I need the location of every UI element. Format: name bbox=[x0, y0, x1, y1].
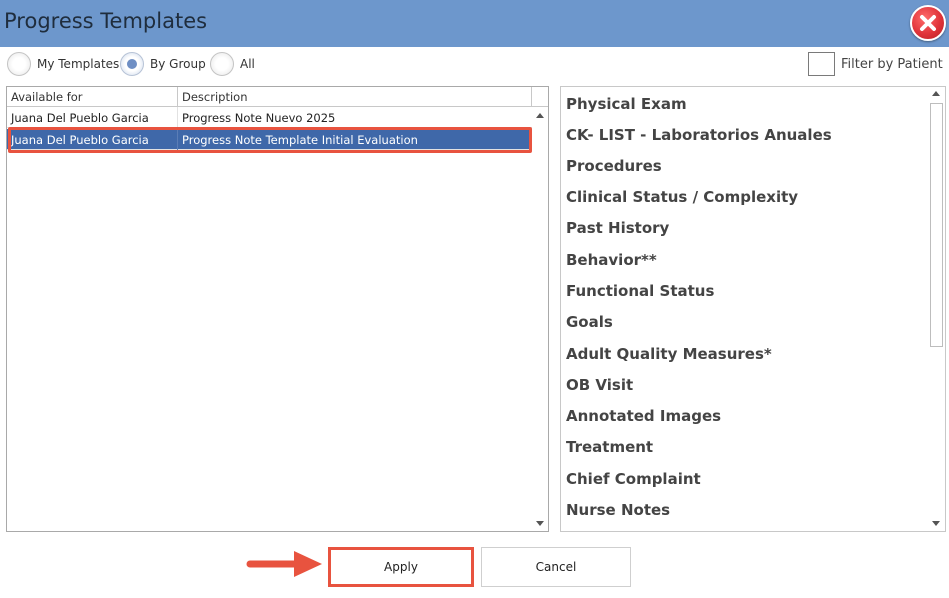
scroll-thumb[interactable] bbox=[930, 103, 943, 347]
selection-highlight-annotation bbox=[8, 127, 532, 153]
column-header-description[interactable]: Description bbox=[178, 87, 532, 107]
list-item[interactable]: Chief Complaint bbox=[566, 470, 701, 488]
sections-list: Physical Exam CK- LIST - Laboratorios An… bbox=[560, 86, 946, 532]
filter-by-patient[interactable]: Filter by Patient bbox=[808, 52, 943, 76]
list-item[interactable]: CK- LIST - Laboratorios Anuales bbox=[566, 126, 832, 144]
templates-grid: Available for Description Juana Del Pueb… bbox=[6, 86, 549, 532]
list-item[interactable]: Procedures bbox=[566, 157, 662, 175]
sections-scrollbar[interactable] bbox=[928, 87, 945, 531]
column-header-spacer bbox=[532, 87, 548, 107]
radio-label: All bbox=[240, 57, 255, 71]
scroll-down-icon[interactable] bbox=[932, 521, 940, 526]
table-row[interactable]: Juana Del Pueblo Garcia Progress Note Nu… bbox=[7, 107, 532, 128]
radio-label: My Templates bbox=[37, 57, 120, 71]
scroll-up-icon[interactable] bbox=[536, 113, 544, 118]
radio-my-templates[interactable]: My Templates bbox=[7, 52, 119, 76]
close-icon bbox=[920, 15, 936, 31]
list-item[interactable]: OB Visit bbox=[566, 376, 633, 394]
scroll-down-icon[interactable] bbox=[536, 521, 544, 526]
cancel-button[interactable]: Cancel bbox=[481, 547, 631, 587]
apply-button[interactable]: Apply bbox=[328, 547, 474, 587]
close-button[interactable] bbox=[910, 5, 946, 41]
radio-circle-checked[interactable] bbox=[120, 52, 144, 76]
title-bar: Progress Templates bbox=[0, 0, 949, 47]
list-item[interactable]: Behavior** bbox=[566, 251, 657, 269]
list-item[interactable]: Functional Status bbox=[566, 282, 714, 300]
list-item[interactable]: Treatment bbox=[566, 438, 653, 456]
column-header-available-for[interactable]: Available for bbox=[7, 87, 178, 107]
cell-description: Progress Note Nuevo 2025 bbox=[182, 111, 336, 125]
radio-label: By Group bbox=[150, 57, 206, 71]
grid-header: Available for Description bbox=[7, 87, 548, 107]
list-item[interactable]: Nurse Notes bbox=[566, 501, 670, 519]
radio-all[interactable]: All bbox=[210, 52, 255, 76]
list-item[interactable]: Past History bbox=[566, 219, 669, 237]
radio-by-group[interactable]: By Group bbox=[120, 52, 206, 76]
list-item[interactable]: Adult Quality Measures* bbox=[566, 345, 772, 363]
cell-available-for: Juana Del Pueblo Garcia bbox=[7, 107, 178, 128]
scroll-up-icon[interactable] bbox=[932, 91, 940, 96]
list-item[interactable]: Goals bbox=[566, 313, 613, 331]
list-item[interactable]: Physical Exam bbox=[566, 95, 687, 113]
filter-by-patient-label: Filter by Patient bbox=[841, 56, 943, 72]
list-item[interactable]: Annotated Images bbox=[566, 407, 721, 425]
arrow-annotation-icon bbox=[246, 551, 322, 577]
radio-circle[interactable] bbox=[7, 52, 31, 76]
radio-circle[interactable] bbox=[210, 52, 234, 76]
list-item[interactable]: Clinical Status / Complexity bbox=[566, 188, 798, 206]
filter-by-patient-checkbox[interactable] bbox=[808, 52, 835, 76]
grid-scrollbar[interactable] bbox=[532, 107, 548, 531]
window-title: Progress Templates bbox=[4, 9, 208, 33]
